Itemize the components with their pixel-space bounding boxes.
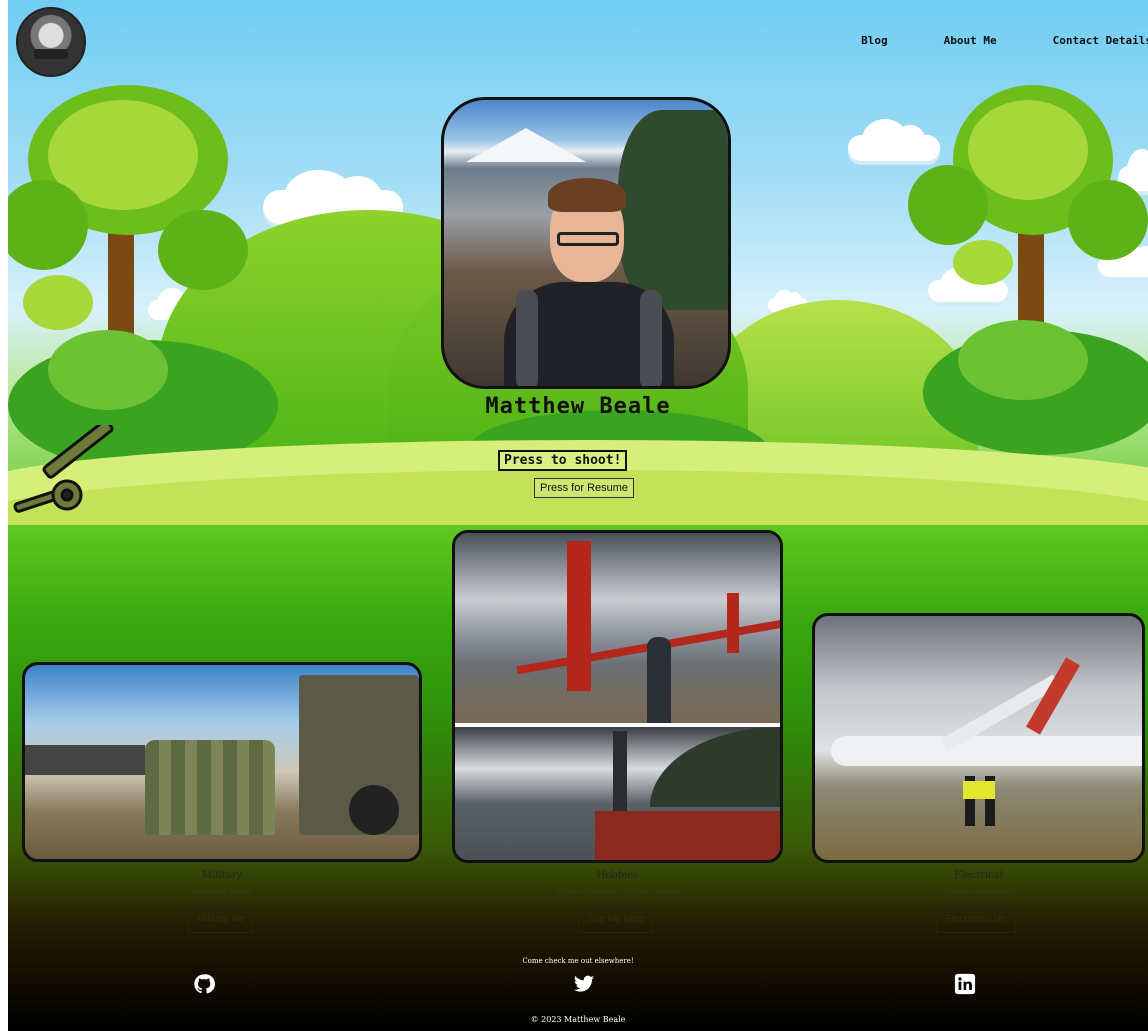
avatar[interactable] bbox=[16, 7, 86, 77]
linkedin-icon[interactable] bbox=[954, 973, 976, 995]
hobbies-photo[interactable] bbox=[452, 530, 783, 863]
github-icon[interactable] bbox=[193, 973, 215, 995]
military-card: Military My military journey Military li… bbox=[22, 862, 422, 942]
card-title: Hobbies bbox=[596, 870, 639, 881]
resume-button[interactable]: Press for Resume bbox=[534, 478, 635, 498]
nav-blog[interactable]: Blog bbox=[861, 34, 888, 47]
tree-foliage bbox=[1068, 180, 1148, 260]
twitter-icon[interactable] bbox=[573, 973, 595, 995]
card-title: Military bbox=[201, 870, 243, 881]
cannon-icon[interactable] bbox=[12, 425, 122, 520]
see-my-blog-button[interactable]: See My Blog bbox=[578, 906, 653, 933]
copyright: © 2023 Matthew Beale bbox=[530, 1015, 626, 1024]
tree-foliage bbox=[953, 240, 1013, 285]
tree-foliage bbox=[8, 180, 88, 270]
profile-photo bbox=[441, 97, 731, 389]
nav-about-me[interactable]: About Me bbox=[944, 34, 997, 47]
page: Blog About Me Contact Details Matthew Be… bbox=[8, 0, 1148, 1031]
cloud bbox=[848, 119, 940, 161]
card-subtitle: My military journey bbox=[191, 889, 253, 896]
electrical-card: Electrical My more recent journey Electr… bbox=[812, 862, 1145, 942]
tree-foliage bbox=[158, 210, 248, 290]
nav-contact-details[interactable]: Contact Details bbox=[1053, 34, 1148, 47]
tree-foliage bbox=[908, 165, 988, 245]
page-title: Matthew Beale bbox=[485, 394, 671, 419]
card-subtitle: My more recent journey bbox=[941, 889, 1016, 896]
card-subtitle: As you can probably tell, I love to trav… bbox=[555, 889, 680, 896]
military-photo[interactable] bbox=[22, 662, 422, 862]
military-life-button[interactable]: Military life bbox=[188, 906, 254, 933]
shoot-button[interactable]: Press to shoot! bbox=[498, 450, 628, 471]
electrical-photo[interactable] bbox=[812, 613, 1145, 863]
cloud bbox=[928, 266, 1008, 302]
hobbies-card: Hobbies As you can probably tell, I love… bbox=[452, 862, 783, 942]
main-nav: Blog About Me Contact Details bbox=[861, 34, 1148, 47]
card-title: Electrical bbox=[954, 870, 1003, 881]
electrician-life-button[interactable]: Electrician life bbox=[936, 906, 1016, 933]
footer-tagline: Come check me out elsewhere! bbox=[522, 957, 634, 965]
tree-foliage bbox=[968, 100, 1088, 200]
bush bbox=[958, 320, 1088, 400]
tree-foliage bbox=[23, 275, 93, 330]
